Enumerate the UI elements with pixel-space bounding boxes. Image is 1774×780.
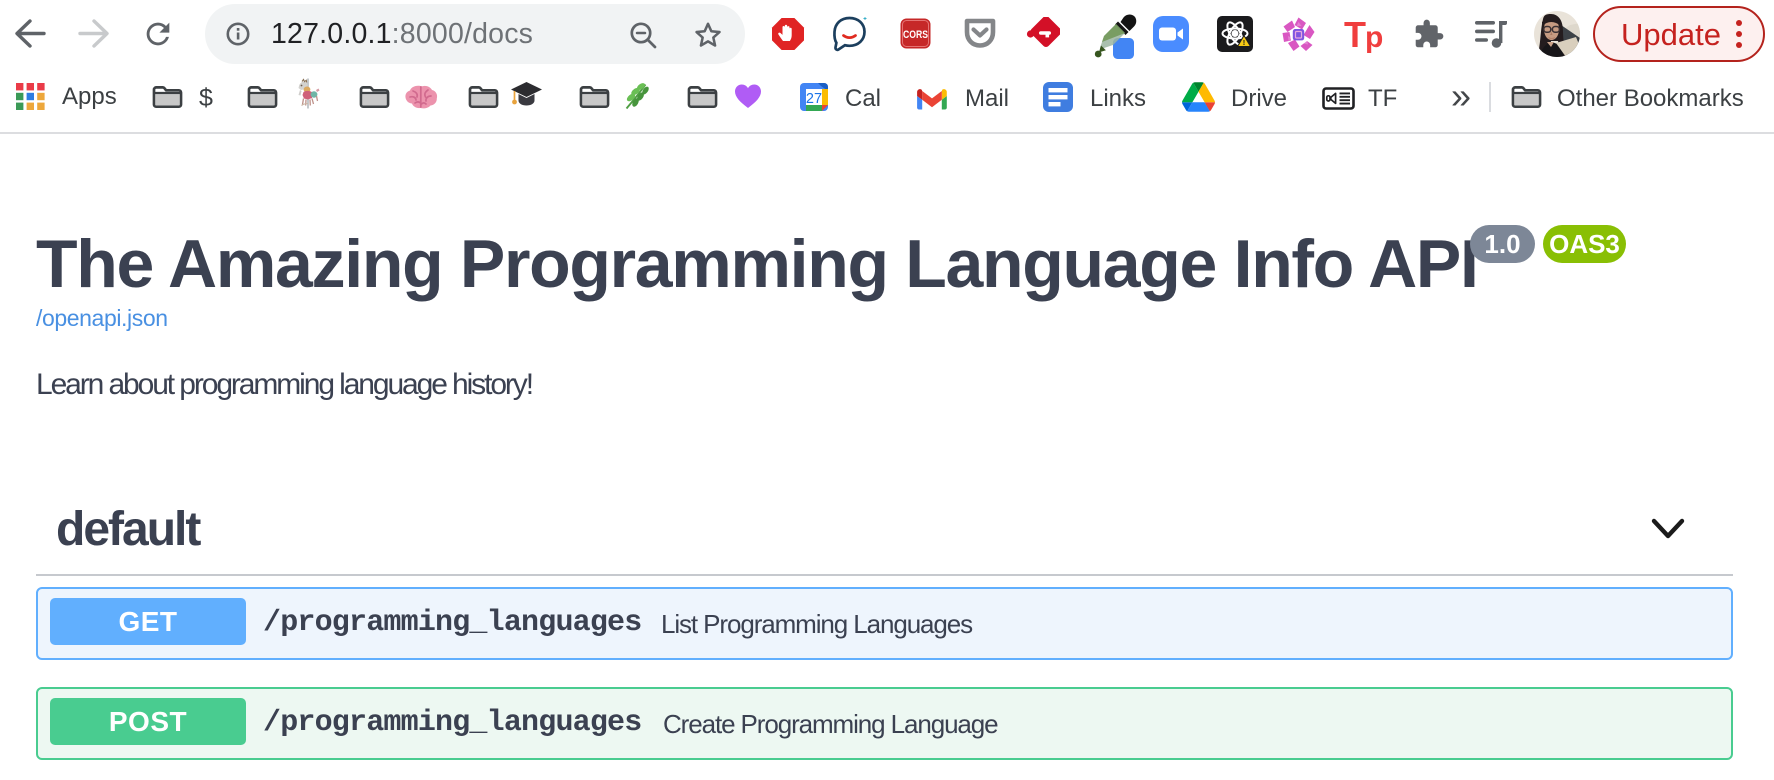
svg-text:!: ! xyxy=(1243,38,1246,47)
svg-text:27: 27 xyxy=(806,91,822,107)
svg-text:CORS: CORS xyxy=(903,29,928,41)
